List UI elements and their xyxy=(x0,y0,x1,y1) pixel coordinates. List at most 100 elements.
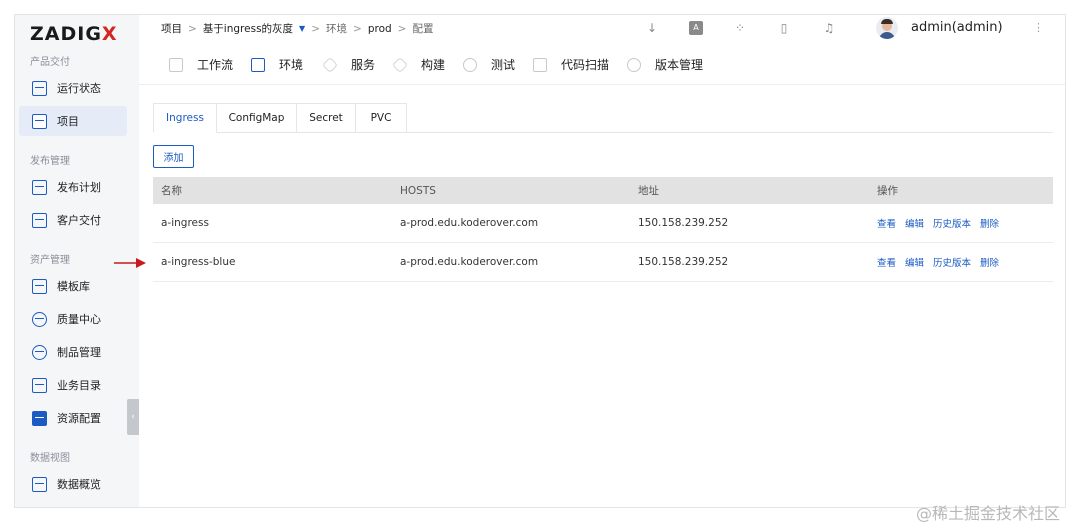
sidebar-item-status[interactable]: 运行状态 xyxy=(19,73,127,103)
sidebar-item-label: 业务目录 xyxy=(57,379,101,392)
tab-service[interactable]: 服务 xyxy=(322,56,375,73)
user-name[interactable]: admin(admin) xyxy=(911,20,1003,35)
sidebar-section-assets: 资产管理 xyxy=(30,255,70,266)
eye-icon xyxy=(627,57,641,72)
more-icon[interactable]: ⋮ xyxy=(1033,21,1044,34)
tab-secret[interactable]: Secret xyxy=(297,103,356,133)
logo: ZADIGX xyxy=(30,23,118,45)
book-icon[interactable]: ▯ xyxy=(777,21,791,35)
delete-link[interactable]: 删除 xyxy=(980,216,999,230)
cell-hosts: a-prod.edu.koderover.com xyxy=(400,217,539,229)
tab-workflow[interactable]: 工作流 xyxy=(169,56,233,73)
sidebar-item-label: 资源配置 xyxy=(57,412,101,425)
breadcrumb-item-config: 配置 xyxy=(412,23,434,35)
bell-icon[interactable]: ♫ xyxy=(822,21,836,35)
cell-actions: 查看 编辑 历史版本 删除 xyxy=(877,243,999,281)
table-row: a-ingress a-prod.edu.koderover.com 150.1… xyxy=(153,204,1053,243)
code-icon xyxy=(251,57,265,72)
edit-doc-icon xyxy=(32,179,47,195)
cell-actions: 查看 编辑 历史版本 删除 xyxy=(877,204,999,242)
sidebar-item-label: 数据概览 xyxy=(57,478,101,491)
tab-test[interactable]: 测试 xyxy=(463,56,515,73)
sidebar-item-label: 模板库 xyxy=(57,280,90,293)
plugin-icon[interactable]: ⁘ xyxy=(733,21,747,35)
annotation-arrow-icon xyxy=(114,258,146,268)
chevron-down-icon[interactable]: ▼ xyxy=(299,24,305,33)
sidebar-item-projects[interactable]: 项目 xyxy=(19,106,127,136)
edit-link[interactable]: 编辑 xyxy=(905,255,924,269)
view-link[interactable]: 查看 xyxy=(877,216,896,230)
flask-icon xyxy=(463,57,477,72)
sidebar-item-label: 项目 xyxy=(57,115,79,128)
breadcrumb-item-env-name[interactable]: prod xyxy=(368,23,392,35)
ingress-table: 名称 HOSTS 地址 操作 a-ingress a-prod.edu.kode… xyxy=(153,177,1053,282)
history-link[interactable]: 历史版本 xyxy=(933,255,971,269)
translate-icon[interactable]: A xyxy=(689,21,703,35)
app-window: ZADIGX 产品交付 运行状态 项目 发布管理 发布计划 客户交付 资产管理 … xyxy=(14,14,1066,508)
cell-address: 150.158.239.252 xyxy=(638,256,729,268)
top-bar: 项目 > 基于ingress的灰度 ▼ > 环境 > prod > 配置 ↓ A… xyxy=(139,15,1065,43)
sidebar-section-release: 发布管理 xyxy=(30,156,70,167)
delete-link[interactable]: 删除 xyxy=(980,255,999,269)
cell-name: a-ingress xyxy=(161,217,209,229)
sidebar-collapse-handle[interactable]: ‹ xyxy=(127,399,139,435)
sidebar-section-delivery: 产品交付 xyxy=(30,57,70,68)
gear-icon xyxy=(32,410,47,426)
template-icon xyxy=(32,278,47,294)
delivery-icon xyxy=(32,212,47,228)
sidebar-item-label: 质量中心 xyxy=(57,313,101,326)
sidebar-item-label: 客户交付 xyxy=(57,214,101,227)
sidebar-item-label: 制品管理 xyxy=(57,346,101,359)
cell-address: 150.158.239.252 xyxy=(638,217,729,229)
project-nav-tabs: 工作流 环境 服务 构建 测试 代码扫描 版本管理 xyxy=(139,45,1065,85)
tab-ingress[interactable]: Ingress xyxy=(153,103,217,133)
sidebar-item-release-plan[interactable]: 发布计划 xyxy=(19,172,127,202)
scan-icon xyxy=(533,57,547,72)
column-header-name: 名称 xyxy=(161,185,182,197)
column-header-address: 地址 xyxy=(638,185,659,197)
sidebar-item-label: 运行状态 xyxy=(57,82,101,95)
project-icon xyxy=(32,113,47,129)
watermark: @稀土掘金技术社区 xyxy=(916,504,1061,523)
history-link[interactable]: 历史版本 xyxy=(933,216,971,230)
pulse-icon xyxy=(32,80,47,96)
view-link[interactable]: 查看 xyxy=(877,255,896,269)
column-header-actions: 操作 xyxy=(877,185,898,197)
package-icon xyxy=(32,344,47,360)
tab-build[interactable]: 构建 xyxy=(392,56,445,73)
sidebar-item-customer-delivery[interactable]: 客户交付 xyxy=(19,205,127,235)
breadcrumb-item-project[interactable]: 项目 xyxy=(161,21,182,36)
sidebar-item-artifacts[interactable]: 制品管理 xyxy=(19,337,127,367)
sidebar-section-data: 数据视图 xyxy=(30,453,70,464)
cell-hosts: a-prod.edu.koderover.com xyxy=(400,256,539,268)
sidebar-item-templates[interactable]: 模板库 xyxy=(19,271,127,301)
breadcrumb: 项目 > 基于ingress的灰度 ▼ > 环境 > prod > 配置 xyxy=(161,21,434,36)
breadcrumb-item-env[interactable]: 环境 xyxy=(326,21,347,36)
edit-link[interactable]: 编辑 xyxy=(905,216,924,230)
column-header-hosts: HOSTS xyxy=(400,184,436,197)
download-icon[interactable]: ↓ xyxy=(645,21,659,35)
table-header: 名称 HOSTS 地址 操作 xyxy=(153,177,1053,204)
tab-code-scan[interactable]: 代码扫描 xyxy=(533,56,609,73)
sidebar-item-catalog[interactable]: 业务目录 xyxy=(19,370,127,400)
workflow-icon xyxy=(169,57,183,72)
table-row: a-ingress-blue a-prod.edu.koderover.com … xyxy=(153,243,1053,282)
tab-version[interactable]: 版本管理 xyxy=(627,56,703,73)
tree-icon xyxy=(32,377,47,393)
tab-pvc[interactable]: PVC xyxy=(356,103,407,133)
sidebar-item-resources[interactable]: 资源配置 xyxy=(19,403,127,433)
sidebar-item-quality[interactable]: 质量中心 xyxy=(19,304,127,334)
breadcrumb-item-project-name[interactable]: 基于ingress的灰度 xyxy=(203,21,293,36)
cell-name: a-ingress-blue xyxy=(161,256,236,268)
dashboard-icon xyxy=(32,476,47,492)
config-sub-tabs: Ingress ConfigMap Secret PVC xyxy=(153,103,1053,133)
sidebar-item-data-overview[interactable]: 数据概览 xyxy=(19,469,127,499)
sidebar-item-label: 发布计划 xyxy=(57,181,101,194)
cube-icon xyxy=(392,56,408,73)
add-button[interactable]: 添加 xyxy=(153,145,194,168)
service-icon xyxy=(322,56,338,73)
tab-environment[interactable]: 环境 xyxy=(251,56,303,73)
flask-icon xyxy=(32,311,47,327)
avatar[interactable] xyxy=(876,17,898,39)
tab-configmap[interactable]: ConfigMap xyxy=(217,103,297,133)
